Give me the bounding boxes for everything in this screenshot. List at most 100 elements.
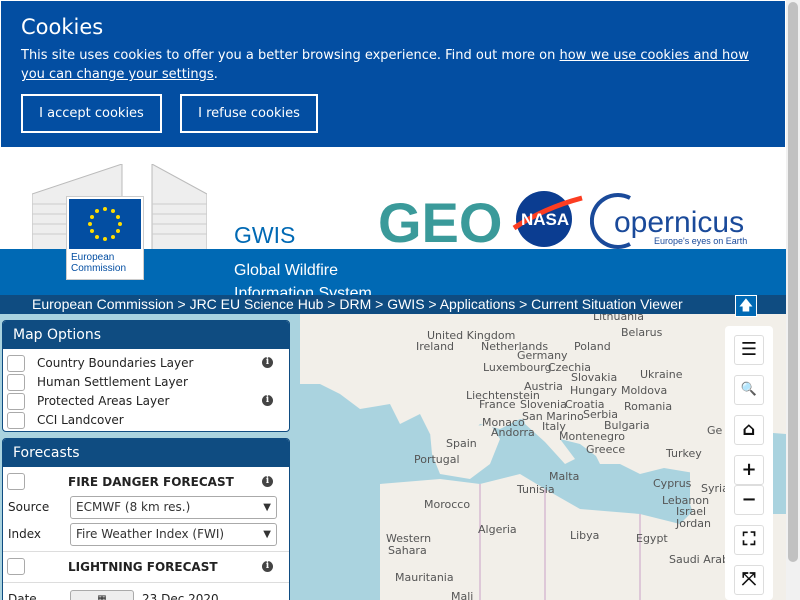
map-label: Andorra [491,426,535,439]
source-row: Source ECMWF (8 km res.) ▼ [3,494,289,521]
cookie-text-prefix: This site uses cookies to offer you a be… [21,48,560,63]
chevron-down-icon: ▼ [263,502,271,513]
map-label: Malta [549,470,580,483]
source-select[interactable]: ECMWF (8 km res.) ▼ [70,496,277,519]
lightning-checkbox[interactable] [7,558,25,575]
zoom-out-button[interactable]: − [734,485,764,515]
map-label: Libya [570,529,600,542]
map-label: Algeria [478,523,517,536]
layer-row-cci-landcover[interactable]: CCI Landcover [3,411,289,430]
divider [3,551,289,552]
scroll-top-button[interactable]: 🡅 [735,295,757,317]
map-label: Tunisia [517,483,555,496]
full-extent-button[interactable]: ⤧ [734,565,764,595]
forecasts-panel: Forecasts FIRE DANGER FORECAST i Source … [2,438,290,600]
layer-label: Human Settlement Layer [37,375,188,389]
menu-button[interactable]: ☰ [734,335,764,365]
layer-row-country-boundaries[interactable]: Country Boundaries Layer i [3,354,289,373]
refuse-cookies-button[interactable]: I refuse cookies [180,94,318,133]
country-boundaries-checkbox[interactable] [7,355,25,372]
zoom-in-button[interactable]: + [734,455,764,485]
map-label: Bulgaria [604,419,650,432]
home-icon: ⌂ [742,419,756,440]
cookie-title: Cookies [21,15,104,39]
map-toolbar: ☰ 🔍 ⌂ + − ⛶ ⤧ [725,326,773,600]
map-label: Ge [707,424,723,437]
layer-label: Protected Areas Layer [37,394,170,408]
map-label: Turkey [666,447,702,460]
cookie-text: This site uses cookies to offer you a be… [21,46,771,84]
ec-logo-text: Commission [71,263,127,274]
map-label: France [479,398,516,411]
copernicus-tagline: Europe's eyes on Earth [654,236,747,246]
map-label: Jordan [676,517,711,530]
map-label: Greece [586,443,626,456]
fullscreen-button[interactable]: ⛶ [734,525,764,555]
copernicus-logo[interactable]: opernicus Europe's eyes on Earth [590,190,750,250]
scrollbar-thumb[interactable] [788,2,798,562]
map-label: Egypt [636,532,668,545]
menu-icon: ☰ [740,339,758,360]
copernicus-logo-text: opernicus [614,206,744,239]
cookie-banner: Cookies This site uses cookies to offer … [1,1,785,147]
zoom-in-icon: + [741,459,757,480]
home-button[interactable]: ⌂ [734,415,764,445]
map-label: Mali [451,590,474,600]
geo-logo[interactable]: GEO [378,192,503,250]
layer-row-human-settlement[interactable]: Human Settlement Layer [3,373,289,392]
date-row: Date ▦ 23 Dec 2020 [3,586,289,600]
layer-label: CCI Landcover [37,413,124,427]
ec-logo[interactable]: European Commission [66,196,144,280]
forecasts-title: Forecasts [3,439,289,467]
breadcrumb[interactable]: European Commission > JRC EU Science Hub… [0,295,786,314]
map-label: Morocco [424,498,471,511]
map-options-title: Map Options [3,321,289,349]
geo-logo-text: GEO [378,192,502,250]
lightning-forecast-row[interactable]: LIGHTNING FORECAST i [3,555,289,579]
zoom-out-icon: − [741,489,757,510]
page-scrollbar[interactable] [786,0,800,600]
ec-logo-text: European [71,252,115,263]
index-row: Index Fire Weather Index (FWI) ▼ [3,521,289,548]
search-icon: 🔍 [740,382,758,397]
map-label: Sahara [388,544,427,557]
cookie-text-suffix: . [213,67,218,82]
source-value: ECMWF (8 km res.) [76,500,191,514]
human-settlement-checkbox[interactable] [7,374,25,391]
nasa-logo[interactable]: NASA [510,188,584,250]
info-icon[interactable]: i [262,561,273,572]
index-select[interactable]: Fire Weather Index (FWI) ▼ [70,523,277,546]
accept-cookies-button[interactable]: I accept cookies [21,94,162,133]
map-options-panel: Map Options Country Boundaries Layer i H… [2,320,290,432]
chevron-down-icon: ▼ [263,529,271,540]
calendar-icon: ▦ [97,594,107,600]
divider [3,582,289,583]
fire-danger-forecast-row[interactable]: FIRE DANGER FORECAST i [3,470,289,494]
index-value: Fire Weather Index (FWI) [76,527,225,541]
map-label: Belarus [621,326,663,339]
map-label: Luxembourg [483,361,552,374]
date-value[interactable]: 23 Dec 2020 [142,592,219,600]
info-icon[interactable]: i [262,476,273,487]
info-icon[interactable]: i [262,395,273,406]
site-title: GWIS [234,222,296,248]
fire-danger-checkbox[interactable] [7,473,25,490]
fullscreen-icon: ⛶ [742,529,756,550]
search-button[interactable]: 🔍 [734,375,764,405]
map-label: Lithuania [593,314,644,323]
map-label: Slovakia [571,371,618,384]
map-label: Moldova [621,384,668,397]
info-icon[interactable]: i [262,357,273,368]
map-label: Portugal [414,453,460,466]
map-label: Ukraine [640,368,683,381]
cci-landcover-checkbox[interactable] [7,412,25,429]
layer-label: Country Boundaries Layer [37,356,194,370]
nasa-logo-text: NASA [521,210,569,229]
layer-row-protected-areas[interactable]: Protected Areas Layer i [3,392,289,411]
lightning-label: LIGHTNING FORECAST [68,560,218,574]
calendar-button[interactable]: ▦ [70,590,134,600]
map-label: Mauritania [395,571,454,584]
map-label: Saudi Arab [669,553,730,566]
protected-areas-checkbox[interactable] [7,393,25,410]
arrow-up-icon: 🡅 [738,298,754,314]
